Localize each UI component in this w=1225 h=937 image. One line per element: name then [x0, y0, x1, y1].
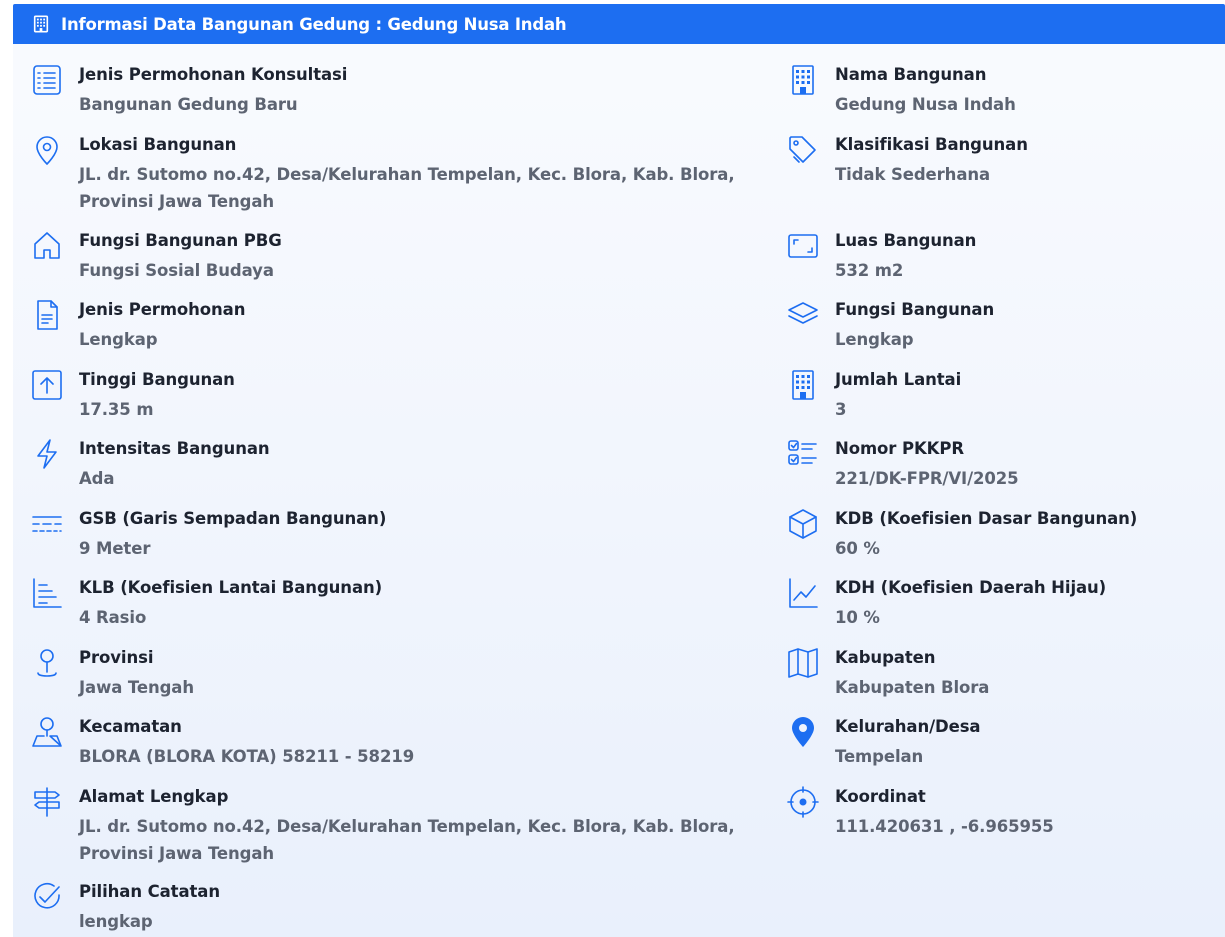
info-value: Lengkap [79, 330, 158, 349]
card-title: Informasi Data Bangunan Gedung : Gedung … [61, 14, 567, 34]
info-value: Kabupaten Blora [835, 678, 990, 697]
line-chart-icon [786, 576, 820, 610]
home-icon [30, 229, 64, 263]
info-label: Provinsi [79, 648, 154, 667]
info-label: KDH (Koefisien Daerah Hijau) [835, 578, 1107, 597]
info-value: lengkap [79, 912, 153, 931]
building-icon [31, 14, 51, 34]
info-label: Kabupaten [835, 648, 936, 667]
info-value: JL. dr. Sutomo no.42, Desa/Kelurahan Tem… [79, 165, 735, 211]
person-location-icon [30, 715, 64, 749]
checklist-icon [786, 437, 820, 471]
info-label: Klasifikasi Bangunan [835, 135, 1028, 154]
info-value: Tidak Sederhana [835, 165, 991, 184]
signpost-icon [30, 785, 64, 819]
map-marker-icon [30, 646, 64, 680]
info-value: 221/DK-FPR/VI/2025 [835, 469, 1019, 488]
building-icon [786, 63, 820, 97]
tags-icon [786, 133, 820, 167]
info-label: Luas Bangunan [835, 231, 977, 250]
info-label: Jenis Permohonan Konsultasi [79, 65, 348, 84]
document-icon [30, 298, 64, 332]
info-value: 9 Meter [79, 539, 151, 558]
info-value: 3 [835, 400, 847, 419]
info-label: Jenis Permohonan [79, 300, 246, 319]
info-value: Bangunan Gedung Baru [79, 95, 298, 114]
info-value: Ada [79, 469, 115, 488]
info-label: Kelurahan/Desa [835, 717, 981, 736]
info-label: Fungsi Bangunan PBG [79, 231, 282, 250]
info-value: 4 Rasio [79, 608, 147, 627]
building-icon [786, 368, 820, 402]
info-label: Nomor PKKPR [835, 439, 964, 458]
info-label: Nama Bangunan [835, 65, 987, 84]
crosshair-icon [786, 785, 820, 819]
info-value: Jawa Tengah [79, 678, 194, 697]
info-label: Koordinat [835, 787, 926, 806]
location-pin-icon [30, 133, 64, 167]
info-label: Intensitas Bangunan [79, 439, 270, 458]
info-label: KLB (Koefisien Lantai Bangunan) [79, 578, 383, 597]
info-value: 532 m2 [835, 261, 904, 280]
info-label: Tinggi Bangunan [79, 370, 235, 389]
info-label: KDB (Koefisien Dasar Bangunan) [835, 509, 1138, 528]
layers-icon [786, 298, 820, 332]
arrow-up-box-icon [30, 368, 64, 402]
info-value: JL. dr. Sutomo no.42, Desa/Kelurahan Tem… [79, 817, 735, 863]
dashed-lines-icon [30, 507, 64, 541]
info-value: Gedung Nusa Indah [835, 95, 1016, 114]
info-value: 111.420631 , -6.965955 [835, 817, 1054, 836]
list-icon [30, 63, 64, 97]
info-label: Kecamatan [79, 717, 182, 736]
building-info-card: Informasi Data Bangunan Gedung : Gedung … [13, 4, 1225, 937]
bar-steps-icon [30, 576, 64, 610]
info-value: 60 % [835, 539, 880, 558]
info-value: 17.35 m [79, 400, 154, 419]
map-icon [786, 646, 820, 680]
check-circle-icon [30, 880, 64, 914]
info-label: Fungsi Bangunan [835, 300, 995, 319]
info-label: Alamat Lengkap [79, 787, 229, 806]
info-value: Tempelan [835, 747, 924, 766]
info-label: Lokasi Bangunan [79, 135, 237, 154]
lightning-icon [30, 437, 64, 471]
info-value: 10 % [835, 608, 880, 627]
info-label: Pilihan Catatan [79, 882, 220, 901]
info-value: BLORA (BLORA KOTA) 58211 - 58219 [79, 747, 415, 766]
info-label: GSB (Garis Sempadan Bangunan) [79, 509, 387, 528]
info-value: Lengkap [835, 330, 914, 349]
area-frame-icon [786, 229, 820, 263]
cube-icon [786, 507, 820, 541]
filled-pin-icon [786, 715, 820, 749]
info-value: Fungsi Sosial Budaya [79, 261, 274, 280]
info-label: Jumlah Lantai [835, 370, 962, 389]
card-header: Informasi Data Bangunan Gedung : Gedung … [13, 4, 1225, 44]
